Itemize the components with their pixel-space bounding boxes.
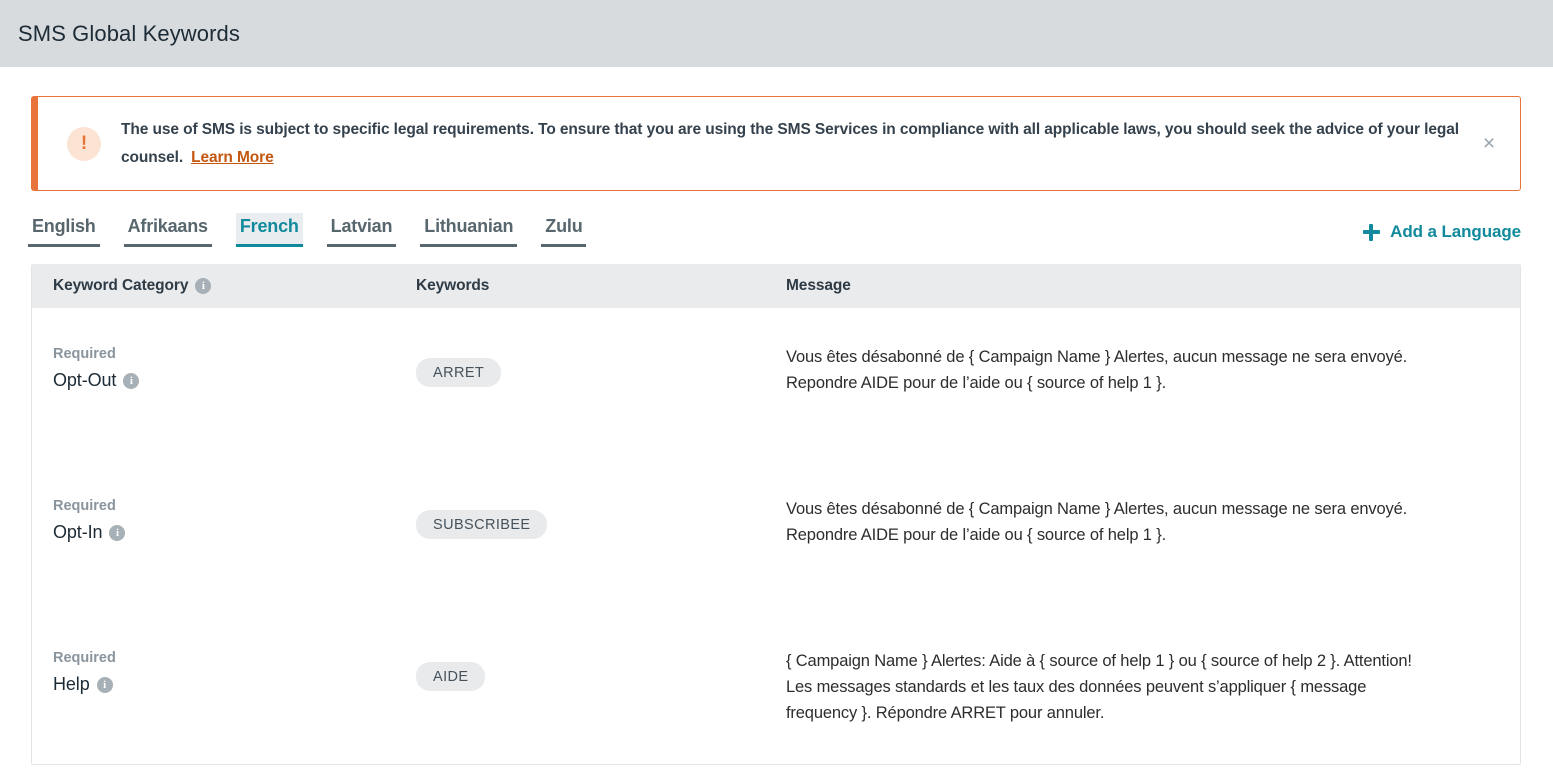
- close-icon[interactable]: ×: [1476, 131, 1502, 157]
- alert-text: The use of SMS is subject to specific le…: [121, 120, 1459, 166]
- keyword-category-cell: Required Opt-Out i: [32, 344, 416, 460]
- table-row: Required Opt-Out i ARRET Vous êtes désab…: [32, 308, 1520, 460]
- info-icon[interactable]: i: [123, 373, 140, 389]
- message-text: Vous êtes désabonné de { Campaign Name }…: [786, 348, 1408, 392]
- category-name: Help i: [53, 672, 416, 696]
- tab-french[interactable]: French: [235, 213, 303, 247]
- language-tabs-row: English Afrikaans French Latvian Lithuan…: [0, 191, 1553, 247]
- requirement-badge: Required: [53, 346, 116, 362]
- add-language-button[interactable]: Add a Language: [1362, 222, 1521, 247]
- tab-english[interactable]: English: [28, 213, 100, 247]
- category-name-label: Opt-In: [53, 522, 103, 542]
- category-name: Opt-Out i: [53, 368, 416, 392]
- column-header-message: Message: [786, 277, 851, 294]
- keywords-cell: SUBSCRIBEE: [416, 496, 786, 612]
- keyword-chip[interactable]: SUBSCRIBEE: [416, 510, 548, 539]
- tab-lithuanian[interactable]: Lithuanian: [420, 213, 518, 247]
- keyword-chip[interactable]: ARRET: [416, 358, 502, 387]
- table-header-row: Keyword Category i Keywords Message: [32, 264, 1520, 308]
- column-header-keyword-category: Keyword Category i: [32, 277, 416, 295]
- message-text: { Campaign Name } Alertes: Aide à { sour…: [786, 652, 1412, 722]
- tab-latvian[interactable]: Latvian: [326, 213, 397, 247]
- plus-icon: [1362, 223, 1380, 241]
- exclamation-icon: !: [67, 126, 101, 161]
- message-cell: Vous êtes désabonné de { Campaign Name }…: [786, 344, 1520, 460]
- info-icon[interactable]: i: [195, 278, 212, 294]
- language-tabs: English Afrikaans French Latvian Lithuan…: [28, 213, 587, 247]
- table-row: Required Help i AIDE { Campaign Name } A…: [32, 612, 1520, 764]
- page-title: SMS Global Keywords: [18, 20, 240, 46]
- requirement-badge: Required: [53, 498, 116, 514]
- alert-banner-container: ! The use of SMS is subject to specific …: [0, 67, 1553, 191]
- legal-alert-banner: ! The use of SMS is subject to specific …: [31, 96, 1521, 191]
- column-header-keyword-category-label: Keyword Category: [53, 277, 189, 294]
- alert-message: The use of SMS is subject to specific le…: [121, 116, 1460, 172]
- category-name-label: Help: [53, 674, 90, 694]
- keyword-category-cell: Required Help i: [32, 648, 416, 764]
- category-name-label: Opt-Out: [53, 370, 117, 390]
- learn-more-link[interactable]: Learn More: [191, 149, 274, 166]
- column-header-keywords: Keywords: [416, 277, 490, 294]
- keywords-cell: AIDE: [416, 648, 786, 764]
- keywords-table: Keyword Category i Keywords Message Requ…: [31, 264, 1521, 765]
- page-header: SMS Global Keywords: [0, 0, 1553, 67]
- table-row: Required Opt-In i SUBSCRIBEE Vous êtes d…: [32, 460, 1520, 612]
- tab-afrikaans[interactable]: Afrikaans: [123, 213, 212, 247]
- category-name: Opt-In i: [53, 520, 416, 544]
- keyword-chip[interactable]: AIDE: [416, 662, 486, 691]
- requirement-badge: Required: [53, 650, 116, 666]
- tab-zulu[interactable]: Zulu: [541, 213, 587, 247]
- keywords-cell: ARRET: [416, 344, 786, 460]
- info-icon[interactable]: i: [109, 525, 126, 541]
- add-language-label: Add a Language: [1390, 222, 1521, 241]
- message-cell: { Campaign Name } Alertes: Aide à { sour…: [786, 648, 1520, 764]
- message-cell: Vous êtes désabonné de { Campaign Name }…: [786, 496, 1520, 612]
- message-text: Vous êtes désabonné de { Campaign Name }…: [786, 500, 1408, 544]
- keyword-category-cell: Required Opt-In i: [32, 496, 416, 612]
- info-icon[interactable]: i: [96, 677, 113, 693]
